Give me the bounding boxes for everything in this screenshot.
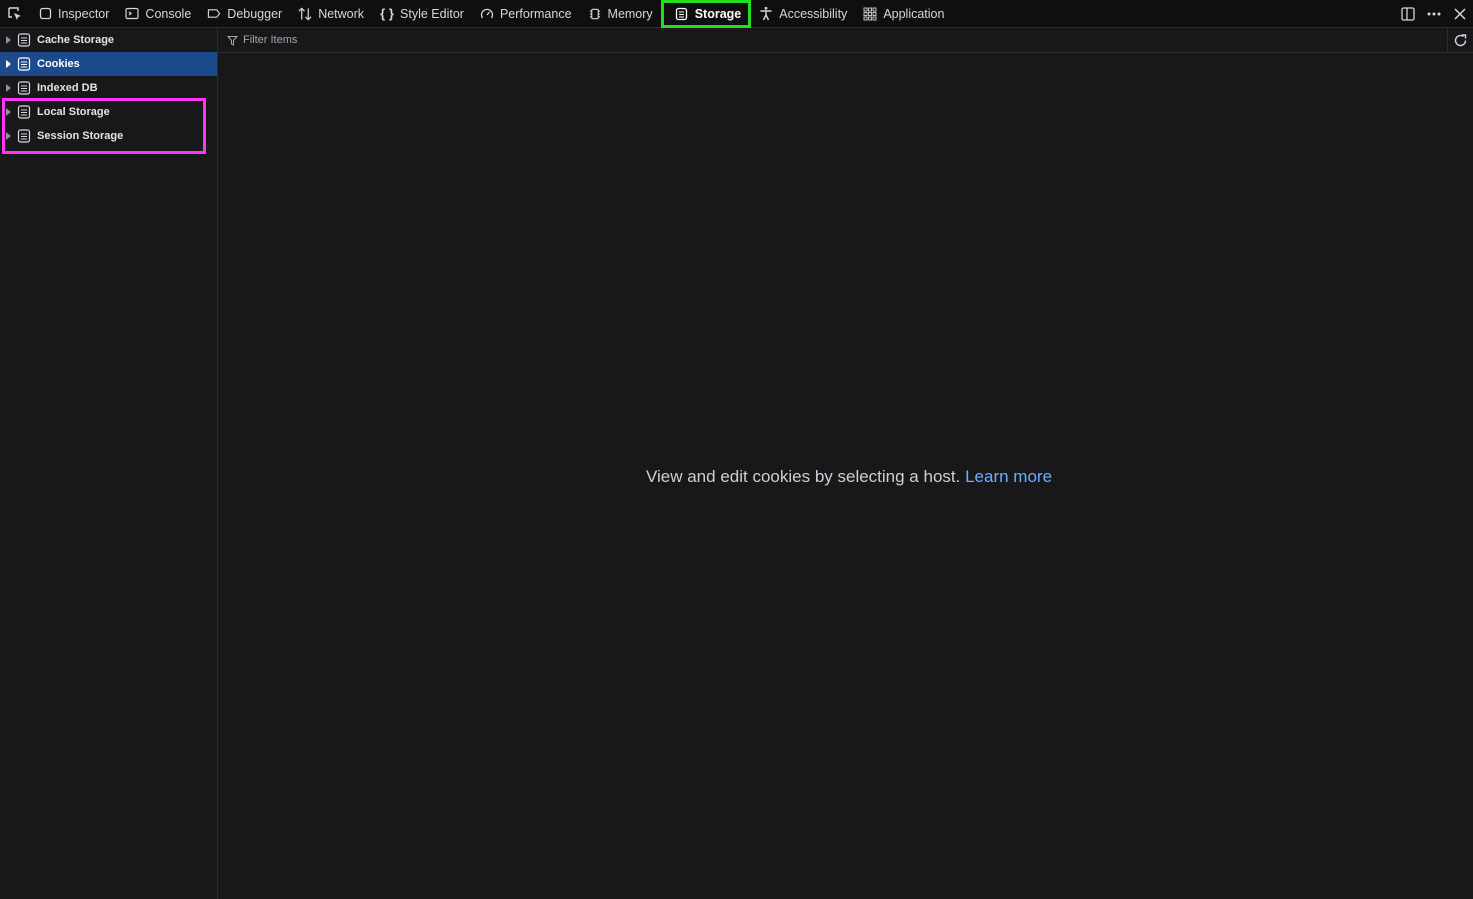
filter-icon (227, 35, 239, 46)
storage-icon (17, 129, 31, 143)
tab-console[interactable]: Console (117, 0, 199, 28)
devtools-toolbar: Inspector Console Debugger Network { } S… (0, 0, 1473, 28)
tab-network[interactable]: Network (290, 0, 372, 28)
expand-arrow-icon[interactable] (0, 36, 17, 44)
memory-chip-icon (588, 7, 602, 21)
tree-item-cache-storage[interactable]: Cache Storage (0, 28, 217, 52)
more-icon (1427, 12, 1441, 16)
refresh-button[interactable] (1447, 28, 1473, 53)
tab-style-editor[interactable]: { } Style Editor (372, 0, 472, 28)
learn-more-link[interactable]: Learn more (965, 467, 1052, 486)
tree-item-indexed-db[interactable]: Indexed DB (0, 76, 217, 100)
grid-icon (863, 7, 877, 21)
tree-item-label: Session Storage (37, 130, 124, 142)
close-icon (1454, 8, 1466, 20)
storage-icon (17, 57, 31, 71)
filter-bar (219, 28, 1473, 53)
tab-label: Performance (499, 6, 572, 21)
tab-memory[interactable]: Memory (580, 0, 661, 28)
tab-label: Memory (607, 6, 653, 21)
tab-label: Inspector (58, 6, 110, 21)
close-button[interactable] (1447, 0, 1473, 28)
expand-arrow-icon[interactable] (0, 132, 17, 140)
gauge-icon (480, 7, 494, 21)
inspector-icon (38, 7, 52, 21)
more-button[interactable] (1421, 0, 1447, 28)
element-picker-icon (8, 6, 21, 20)
tab-label: Style Editor (400, 6, 464, 21)
tab-storage[interactable]: Storage (660, 0, 752, 28)
tree-item-label: Cookies (37, 58, 80, 70)
tab-label: Network (318, 6, 365, 21)
expand-arrow-icon[interactable] (0, 60, 17, 68)
tree-item-label: Local Storage (37, 106, 110, 118)
storage-tree: Cache Storage Cookies Indexed DB Local S… (0, 28, 218, 899)
tree-item-cookies[interactable]: Cookies (0, 52, 217, 76)
console-icon (125, 7, 140, 21)
tree-item-label: Indexed DB (37, 82, 98, 94)
storage-icon (675, 7, 689, 21)
empty-state-message: View and edit cookies by selecting a hos… (219, 467, 1473, 487)
refresh-icon (1454, 34, 1467, 47)
dock-icon (1401, 7, 1415, 21)
empty-state-text: View and edit cookies by selecting a hos… (645, 467, 961, 486)
storage-icon (17, 105, 31, 119)
tree-item-local-storage[interactable]: Local Storage (0, 100, 217, 124)
cookies-panel: View and edit cookies by selecting a hos… (219, 53, 1473, 899)
tab-label: Debugger (227, 6, 283, 21)
tab-performance[interactable]: Performance (472, 0, 580, 28)
braces-icon: { } (380, 6, 394, 21)
tab-label: Console (145, 6, 192, 21)
tab-label: Storage (694, 6, 742, 21)
tree-item-session-storage[interactable]: Session Storage (0, 124, 217, 148)
tree-item-label: Cache Storage (37, 34, 115, 46)
network-arrows-icon (298, 7, 312, 21)
expand-arrow-icon[interactable] (0, 108, 17, 116)
storage-icon (17, 81, 31, 95)
expand-arrow-icon[interactable] (0, 84, 17, 92)
toolbar-controls (1395, 0, 1473, 28)
tab-application[interactable]: Application (855, 0, 952, 28)
filter-input[interactable] (243, 34, 1423, 46)
element-picker-button[interactable] (0, 0, 30, 28)
tab-label: Application (883, 6, 945, 21)
tab-label: Accessibility (779, 6, 848, 21)
tab-accessibility[interactable]: Accessibility (751, 0, 855, 28)
tab-inspector[interactable]: Inspector (30, 0, 117, 28)
accessibility-icon (759, 6, 773, 21)
debugger-icon (207, 7, 221, 21)
storage-icon (17, 33, 31, 47)
tab-debugger[interactable]: Debugger (199, 0, 290, 28)
dock-button[interactable] (1395, 0, 1421, 28)
